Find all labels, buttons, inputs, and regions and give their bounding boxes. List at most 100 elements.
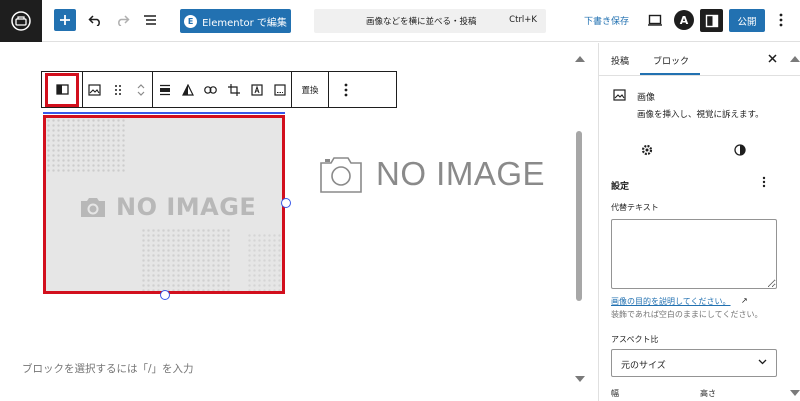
redo-icon	[118, 15, 130, 26]
halftone-pattern	[46, 118, 126, 173]
active-tab-indicator	[640, 73, 700, 75]
no-image-text: NO IMAGE	[376, 155, 546, 192]
alt-text-help: 装飾であれば空白のままにしてください。	[611, 310, 763, 319]
scroll-thumb[interactable]	[576, 131, 582, 301]
replace-group: 置換	[292, 72, 329, 107]
image-icon	[613, 89, 626, 101]
chevron-down-icon	[758, 358, 767, 368]
align-icon	[159, 84, 170, 95]
scroll-down-arrow[interactable]	[575, 376, 585, 382]
aspect-ratio-label: アスペクト比	[611, 335, 659, 344]
document-overview-button[interactable]	[141, 10, 159, 30]
caption-button[interactable]	[268, 72, 291, 107]
settings-tab-button[interactable]	[639, 142, 655, 158]
no-image-placeholder: NO IMAGE	[78, 193, 256, 221]
selection-outline	[43, 112, 285, 114]
no-image-text: NO IMAGE	[116, 193, 257, 221]
second-image-block[interactable]: NO IMAGE	[318, 153, 545, 195]
camera-icon	[320, 157, 362, 193]
redo-button[interactable]	[114, 10, 132, 30]
link-icon	[204, 85, 217, 94]
block-options-button[interactable]	[329, 72, 363, 107]
sidebar-tabs: 投稿 ブロック	[599, 43, 800, 76]
plus-icon	[60, 15, 70, 25]
alt-text-label: 代替テキスト	[611, 203, 659, 212]
block-title: 画像	[637, 93, 656, 103]
link-button[interactable]	[199, 72, 222, 107]
more-vertical-icon	[779, 13, 783, 27]
styles-tab-button[interactable]	[732, 142, 748, 158]
preview-button[interactable]	[646, 11, 664, 29]
settings-panel-toggle[interactable]	[700, 9, 723, 32]
command-palette-bar[interactable]: 画像などを横に並べる・投稿 Ctrl+K	[314, 9, 546, 33]
text-icon	[250, 83, 263, 96]
aspect-ratio-value: 元のサイズ	[621, 361, 666, 371]
block-description: 画像を挿入し、視覚に訴えます。	[637, 110, 764, 120]
crop-button[interactable]	[222, 72, 245, 107]
save-draft-button[interactable]: 下書き保存	[584, 14, 629, 27]
more-vertical-icon	[344, 83, 348, 96]
add-block-button[interactable]	[54, 9, 76, 31]
alt-text-field[interactable]	[611, 219, 777, 289]
height-label: 高さ	[700, 389, 716, 398]
options-group	[329, 72, 363, 107]
image-icon	[88, 83, 101, 96]
canvas-scrollbar[interactable]	[572, 43, 588, 401]
document-title: 画像などを横に並べる・投稿	[366, 17, 477, 27]
media-text-icon	[55, 84, 69, 95]
edit-with-elementor-button[interactable]: E Elementor で編集	[180, 9, 291, 33]
editor-top-bar: E Elementor で編集 画像などを横に並べる・投稿 Ctrl+K 下書き…	[0, 0, 800, 42]
gear-icon	[641, 144, 653, 156]
undo-icon	[88, 15, 100, 26]
external-link-icon: ↗	[741, 296, 748, 305]
more-vertical-icon	[762, 176, 766, 188]
site-logo-button[interactable]	[0, 0, 42, 42]
image-tools-group	[153, 72, 292, 107]
list-view-icon	[144, 15, 156, 25]
scroll-up-arrow[interactable]	[790, 56, 800, 62]
chevron-up-down-icon	[137, 83, 144, 96]
undo-button[interactable]	[86, 10, 104, 30]
options-menu-button[interactable]	[772, 10, 790, 30]
duotone-icon	[181, 83, 194, 96]
styles-icon	[734, 144, 746, 156]
sidebar-scrollbar[interactable]	[789, 43, 800, 401]
move-up-down-button[interactable]	[129, 72, 152, 107]
drag-icon	[114, 84, 121, 95]
aspect-ratio-select[interactable]: 元のサイズ	[611, 349, 777, 377]
camera-icon	[81, 198, 105, 217]
resize-handle-bottom[interactable]	[160, 290, 170, 300]
scroll-down-arrow[interactable]	[790, 390, 800, 396]
command-shortcut: Ctrl+K	[509, 15, 537, 25]
resize-handle-right[interactable]	[281, 198, 291, 208]
settings-sidebar: 投稿 ブロック 画像 画像を挿入し、視覚に訴えます。 設定 代替テキスト 画像の…	[598, 43, 800, 401]
align-button[interactable]	[153, 72, 176, 107]
tab-block[interactable]: ブロック	[653, 54, 689, 67]
alt-text-help-link[interactable]: 画像の目的を説明してください。	[611, 296, 731, 307]
publish-button[interactable]: 公開	[729, 9, 765, 32]
width-label: 幅	[611, 389, 619, 398]
replace-button[interactable]: 置換	[292, 72, 328, 107]
elementor-icon: E	[184, 14, 198, 28]
settings-panel-icon	[705, 14, 718, 27]
selected-image-block[interactable]: NO IMAGE	[43, 115, 285, 294]
scroll-up-arrow[interactable]	[575, 56, 585, 62]
settings-heading: 設定	[611, 182, 630, 192]
drag-handle[interactable]	[106, 72, 129, 107]
tab-post[interactable]: 投稿	[611, 54, 629, 67]
close-icon	[767, 53, 777, 63]
settings-options-button[interactable]	[762, 176, 766, 191]
block-mover-group	[83, 72, 153, 107]
parent-group	[42, 72, 83, 107]
block-type-button[interactable]	[83, 72, 106, 107]
select-parent-button[interactable]	[42, 72, 82, 107]
wordpress-logo-icon	[11, 11, 31, 31]
text-overlay-button[interactable]	[245, 72, 268, 107]
astra-settings-button[interactable]: A	[674, 10, 694, 30]
close-sidebar-button[interactable]	[765, 51, 779, 65]
duotone-button[interactable]	[176, 72, 199, 107]
block-toolbar: 置換	[41, 71, 397, 108]
preview-icon	[648, 14, 662, 26]
crop-icon	[227, 83, 240, 96]
block-placeholder[interactable]: ブロックを選択するには「/」を入力	[22, 361, 194, 376]
